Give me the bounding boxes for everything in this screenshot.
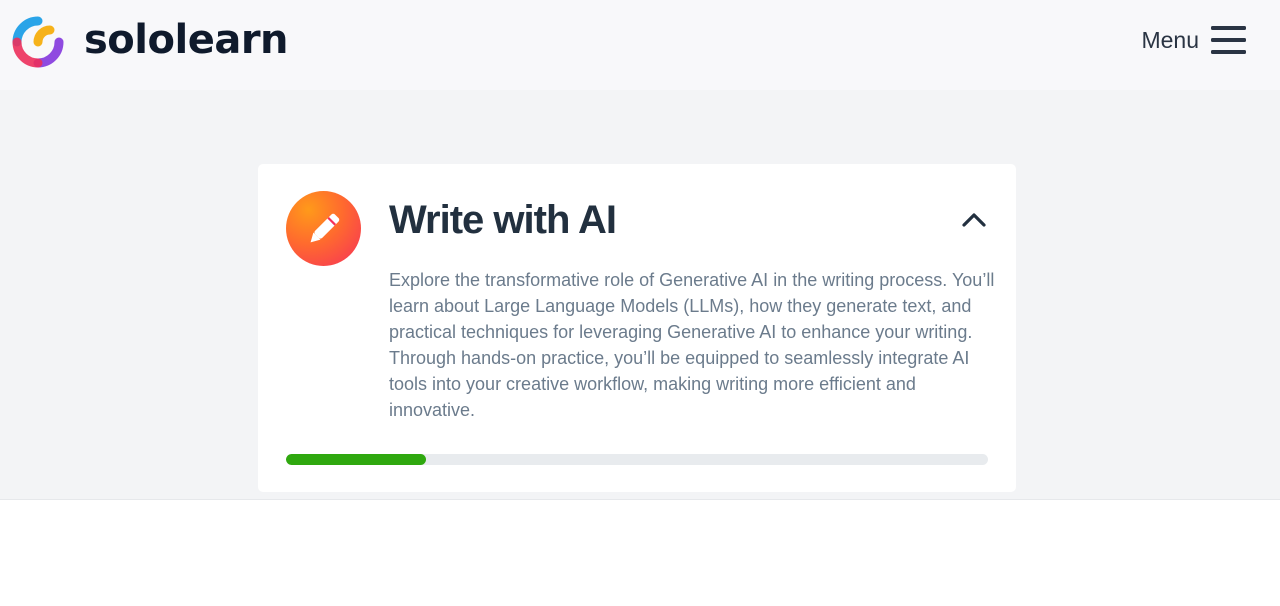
course-card: Write with AI Explore the transformative… xyxy=(258,164,1016,492)
course-progress-bar xyxy=(286,454,988,465)
course-progress-fill xyxy=(286,454,427,465)
menu-label: Menu xyxy=(1141,26,1199,53)
top-header: sololearn Menu xyxy=(0,0,1280,90)
collapse-button[interactable] xyxy=(960,206,988,234)
chevron-up-icon xyxy=(962,213,986,227)
sololearn-logo-icon xyxy=(12,16,64,68)
hamburger-menu-icon xyxy=(1211,26,1246,54)
course-icon xyxy=(286,191,361,266)
pencil-icon xyxy=(310,213,339,242)
course-description: Explore the transformative role of Gener… xyxy=(389,270,995,420)
course-title: Write with AI xyxy=(389,198,617,242)
menu-button[interactable]: Menu xyxy=(1141,24,1246,56)
sololearn-logo[interactable]: sololearn xyxy=(8,12,289,72)
brand-name: sololearn xyxy=(84,17,289,63)
